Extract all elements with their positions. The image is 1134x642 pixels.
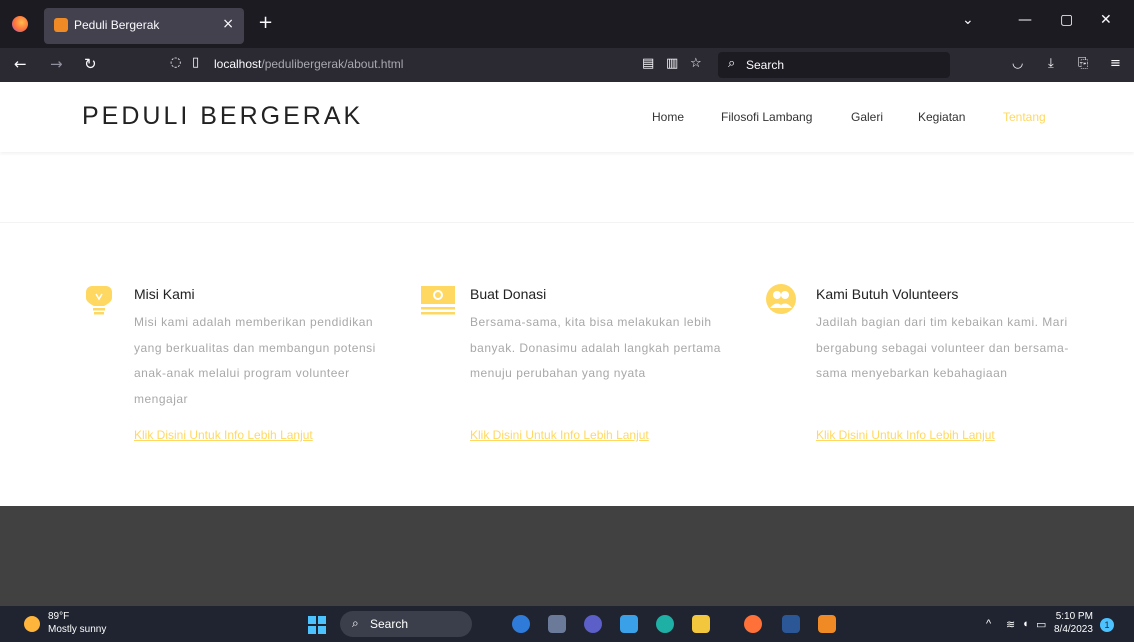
- nav-filosofi-lambang[interactable]: Filosofi Lambang: [721, 110, 812, 124]
- bookmark-star-icon[interactable]: ☆: [690, 56, 702, 71]
- word-icon[interactable]: [782, 615, 800, 633]
- weather-sun-icon[interactable]: [24, 616, 40, 632]
- site-favicon-icon: [54, 18, 68, 32]
- close-tab-icon[interactable]: ×: [222, 16, 234, 32]
- nav-kegiatan[interactable]: Kegiatan: [918, 110, 965, 124]
- file-explorer-icon[interactable]: [692, 615, 710, 633]
- nav-home[interactable]: Home: [652, 110, 684, 124]
- clock-time: 5:10 PM: [1055, 611, 1093, 622]
- browser-tab-strip: Peduli Bergerak × + ⌄ — ▢ ✕: [0, 0, 1134, 48]
- translate-icon[interactable]: ▥: [666, 56, 678, 71]
- weather-widget[interactable]: 89°F Mostly sunny: [48, 610, 106, 636]
- browser-tab[interactable]: Peduli Bergerak ×: [44, 8, 244, 44]
- taskbar-search[interactable]: ⌕ Search: [340, 611, 472, 637]
- feature-text: Bersama-sama, kita bisa melakukan lebih …: [470, 315, 721, 380]
- site-footer: [0, 506, 1134, 606]
- search-input[interactable]: ⌕ Search: [718, 52, 950, 78]
- forward-icon[interactable]: →: [50, 55, 63, 73]
- xampp-icon[interactable]: [818, 615, 836, 633]
- url-text[interactable]: localhost/pedulibergerak/about.html: [214, 57, 403, 71]
- page-info-icon[interactable]: ▯: [192, 55, 199, 70]
- feature-text: Misi kami adalah memberikan pendidikan y…: [134, 315, 376, 406]
- reload-icon[interactable]: ↻: [84, 55, 97, 73]
- feature-title: Buat Donasi: [470, 286, 547, 302]
- bing-icon[interactable]: [512, 615, 530, 633]
- feature-text: Jadilah bagian dari tim kebaikan kami. M…: [816, 315, 1069, 380]
- battery-icon[interactable]: ▭: [1036, 618, 1046, 631]
- weather-temperature: 89°F: [48, 611, 70, 622]
- downloads-icon[interactable]: ⤓: [1048, 56, 1054, 71]
- start-button[interactable]: [308, 616, 326, 634]
- section-divider: [0, 222, 1134, 223]
- teams-icon[interactable]: [584, 615, 602, 633]
- close-window-button[interactable]: ✕: [1100, 12, 1112, 28]
- search-placeholder: Search: [746, 58, 785, 72]
- reader-view-icon[interactable]: ▤: [642, 56, 654, 71]
- notification-badge[interactable]: 1: [1100, 618, 1114, 632]
- tab-title: Peduli Bergerak: [74, 18, 160, 32]
- nav-tentang[interactable]: Tentang: [1003, 110, 1046, 124]
- tracking-protection-icon[interactable]: ◌: [170, 55, 181, 70]
- feature-title: Kami Butuh Volunteers: [816, 286, 959, 302]
- browser-toolbar: ← → ↻ ◌ ▯ localhost/pedulibergerak/about…: [0, 48, 1134, 82]
- extensions-icon[interactable]: ⎘: [1078, 56, 1088, 71]
- list-tabs-icon[interactable]: ⌄: [962, 12, 974, 28]
- system-clock[interactable]: 5:10 PM 8/4/2023: [1054, 610, 1093, 636]
- search-icon: ⌕: [352, 616, 359, 630]
- clock-date: 8/4/2023: [1054, 624, 1093, 635]
- address-bar[interactable]: ◌ ▯ localhost/pedulibergerak/about.html: [160, 52, 710, 78]
- firefox-icon[interactable]: [12, 16, 28, 32]
- site-header: PEDULI BERGERAK Home Filosofi Lambang Ga…: [0, 82, 1134, 152]
- volume-icon[interactable]: ◖: [1022, 618, 1029, 630]
- show-hidden-icons[interactable]: ^: [986, 618, 991, 630]
- site-logo[interactable]: PEDULI BERGERAK: [82, 102, 363, 131]
- minimize-button[interactable]: —: [1018, 12, 1032, 28]
- nav-galeri[interactable]: Galeri: [851, 110, 883, 124]
- taskbar-search-label: Search: [370, 617, 409, 631]
- back-icon[interactable]: ←: [14, 55, 27, 73]
- feature-more-link[interactable]: Klik Disini Untuk Info Lebih Lanjut: [470, 428, 649, 442]
- new-tab-button[interactable]: +: [258, 12, 273, 33]
- firefox-taskbar-icon[interactable]: [744, 615, 762, 633]
- people-icon: [766, 284, 796, 314]
- edge-icon[interactable]: [656, 615, 674, 633]
- money-icon: [421, 286, 455, 315]
- lightbulb-icon: [86, 286, 112, 315]
- maximize-button[interactable]: ▢: [1060, 12, 1073, 28]
- windows-taskbar: 89°F Mostly sunny ⌕ Search ^ ≋ ◖ ▭ 5:10 …: [0, 606, 1134, 642]
- feature-more-link[interactable]: Klik Disini Untuk Info Lebih Lanjut: [134, 428, 313, 442]
- menu-icon[interactable]: ≡: [1110, 56, 1121, 71]
- feature-more-link[interactable]: Klik Disini Untuk Info Lebih Lanjut: [816, 428, 995, 442]
- weather-condition: Mostly sunny: [48, 624, 107, 635]
- feature-title: Misi Kami: [134, 286, 195, 302]
- task-view-icon[interactable]: [548, 615, 566, 633]
- search-icon: ⌕: [728, 56, 736, 71]
- wifi-icon[interactable]: ≋: [1006, 618, 1015, 631]
- mail-icon[interactable]: [620, 615, 638, 633]
- pocket-icon[interactable]: ◡: [1012, 56, 1023, 71]
